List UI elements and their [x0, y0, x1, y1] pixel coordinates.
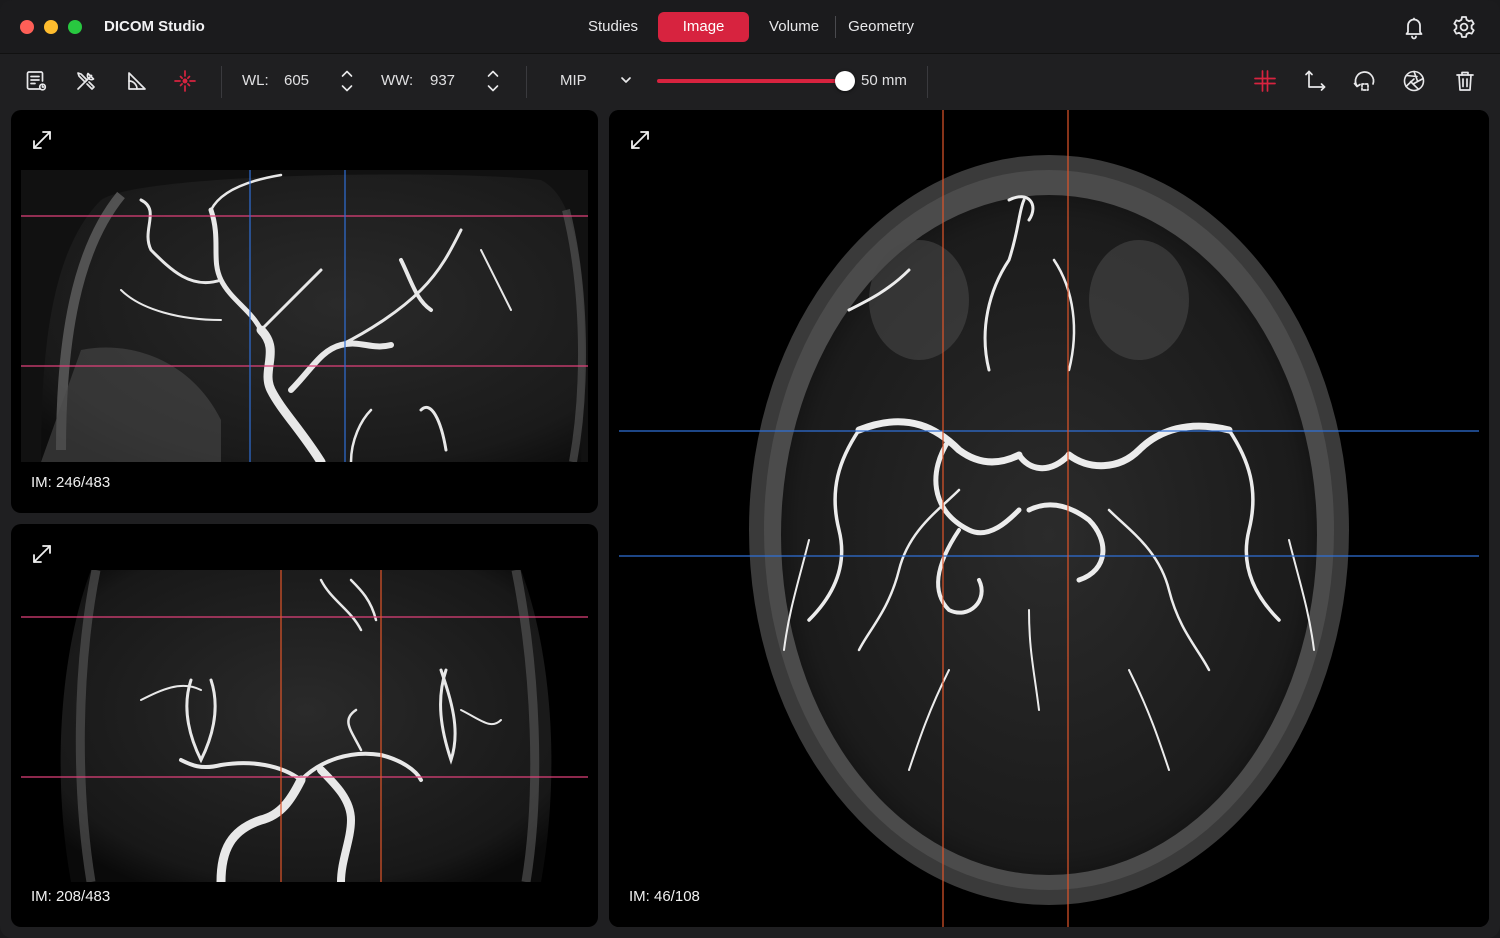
- coronal-image-index: IM: 208/483: [31, 888, 111, 905]
- app-title: DICOM Studio: [104, 18, 205, 35]
- tab-studies[interactable]: Studies: [576, 12, 650, 42]
- toolbar-divider: [927, 66, 928, 98]
- slab-thickness-slider[interactable]: [657, 71, 855, 91]
- axis-icon[interactable]: [1301, 67, 1329, 95]
- sagittal-image: [21, 170, 588, 462]
- slab-thickness-value: 50 mm: [861, 72, 907, 89]
- report-icon[interactable]: [22, 67, 50, 95]
- toolbar-divider: [526, 66, 527, 98]
- rotate-icon[interactable]: [1351, 67, 1379, 95]
- axial-image: [609, 110, 1489, 927]
- coronal-viewport[interactable]: IM: 208/483: [11, 524, 598, 927]
- main-nav: Studies Image Volume Geometry: [576, 12, 934, 42]
- tab-image[interactable]: Image: [658, 12, 750, 42]
- ww-value[interactable]: 937: [430, 72, 455, 89]
- expand-viewport-icon[interactable]: [628, 128, 652, 152]
- crosshair-target-icon[interactable]: [171, 67, 199, 95]
- ruler-angle-icon[interactable]: [122, 67, 150, 95]
- minimize-window-button[interactable]: [44, 20, 58, 34]
- chevron-down-icon[interactable]: [614, 68, 638, 92]
- title-bar: DICOM Studio Studies Image Volume Geomet…: [0, 0, 1500, 54]
- slider-track: [657, 79, 843, 83]
- toolbar-divider: [221, 66, 222, 98]
- sagittal-viewport[interactable]: IM: 246/483: [11, 110, 598, 513]
- zoom-window-button[interactable]: [68, 20, 82, 34]
- sagittal-image-index: IM: 246/483: [31, 474, 111, 491]
- axial-image-index: IM: 46/108: [629, 888, 700, 905]
- tab-volume[interactable]: Volume: [757, 12, 831, 42]
- projection-select[interactable]: MIP: [560, 72, 587, 89]
- app-window: DICOM Studio Studies Image Volume Geomet…: [0, 0, 1500, 938]
- ww-stepper-icon[interactable]: [486, 68, 500, 94]
- expand-viewport-icon[interactable]: [30, 128, 54, 152]
- wl-label: WL:: [242, 72, 269, 89]
- wl-stepper-icon[interactable]: [340, 68, 354, 94]
- bell-icon[interactable]: [1400, 13, 1428, 41]
- aperture-icon[interactable]: [1400, 67, 1428, 95]
- expand-viewport-icon[interactable]: [30, 542, 54, 566]
- tools-icon[interactable]: [72, 67, 100, 95]
- coronal-image: [21, 570, 588, 882]
- gear-icon[interactable]: [1450, 13, 1478, 41]
- crosshair-icon[interactable]: [1251, 67, 1279, 95]
- ww-label: WW:: [381, 72, 414, 89]
- trash-icon[interactable]: [1451, 67, 1479, 95]
- axial-viewport[interactable]: IM: 46/108: [609, 110, 1489, 927]
- close-window-button[interactable]: [20, 20, 34, 34]
- wl-value[interactable]: 605: [284, 72, 309, 89]
- slider-thumb[interactable]: [835, 71, 855, 91]
- tab-geometry[interactable]: Geometry: [836, 12, 926, 42]
